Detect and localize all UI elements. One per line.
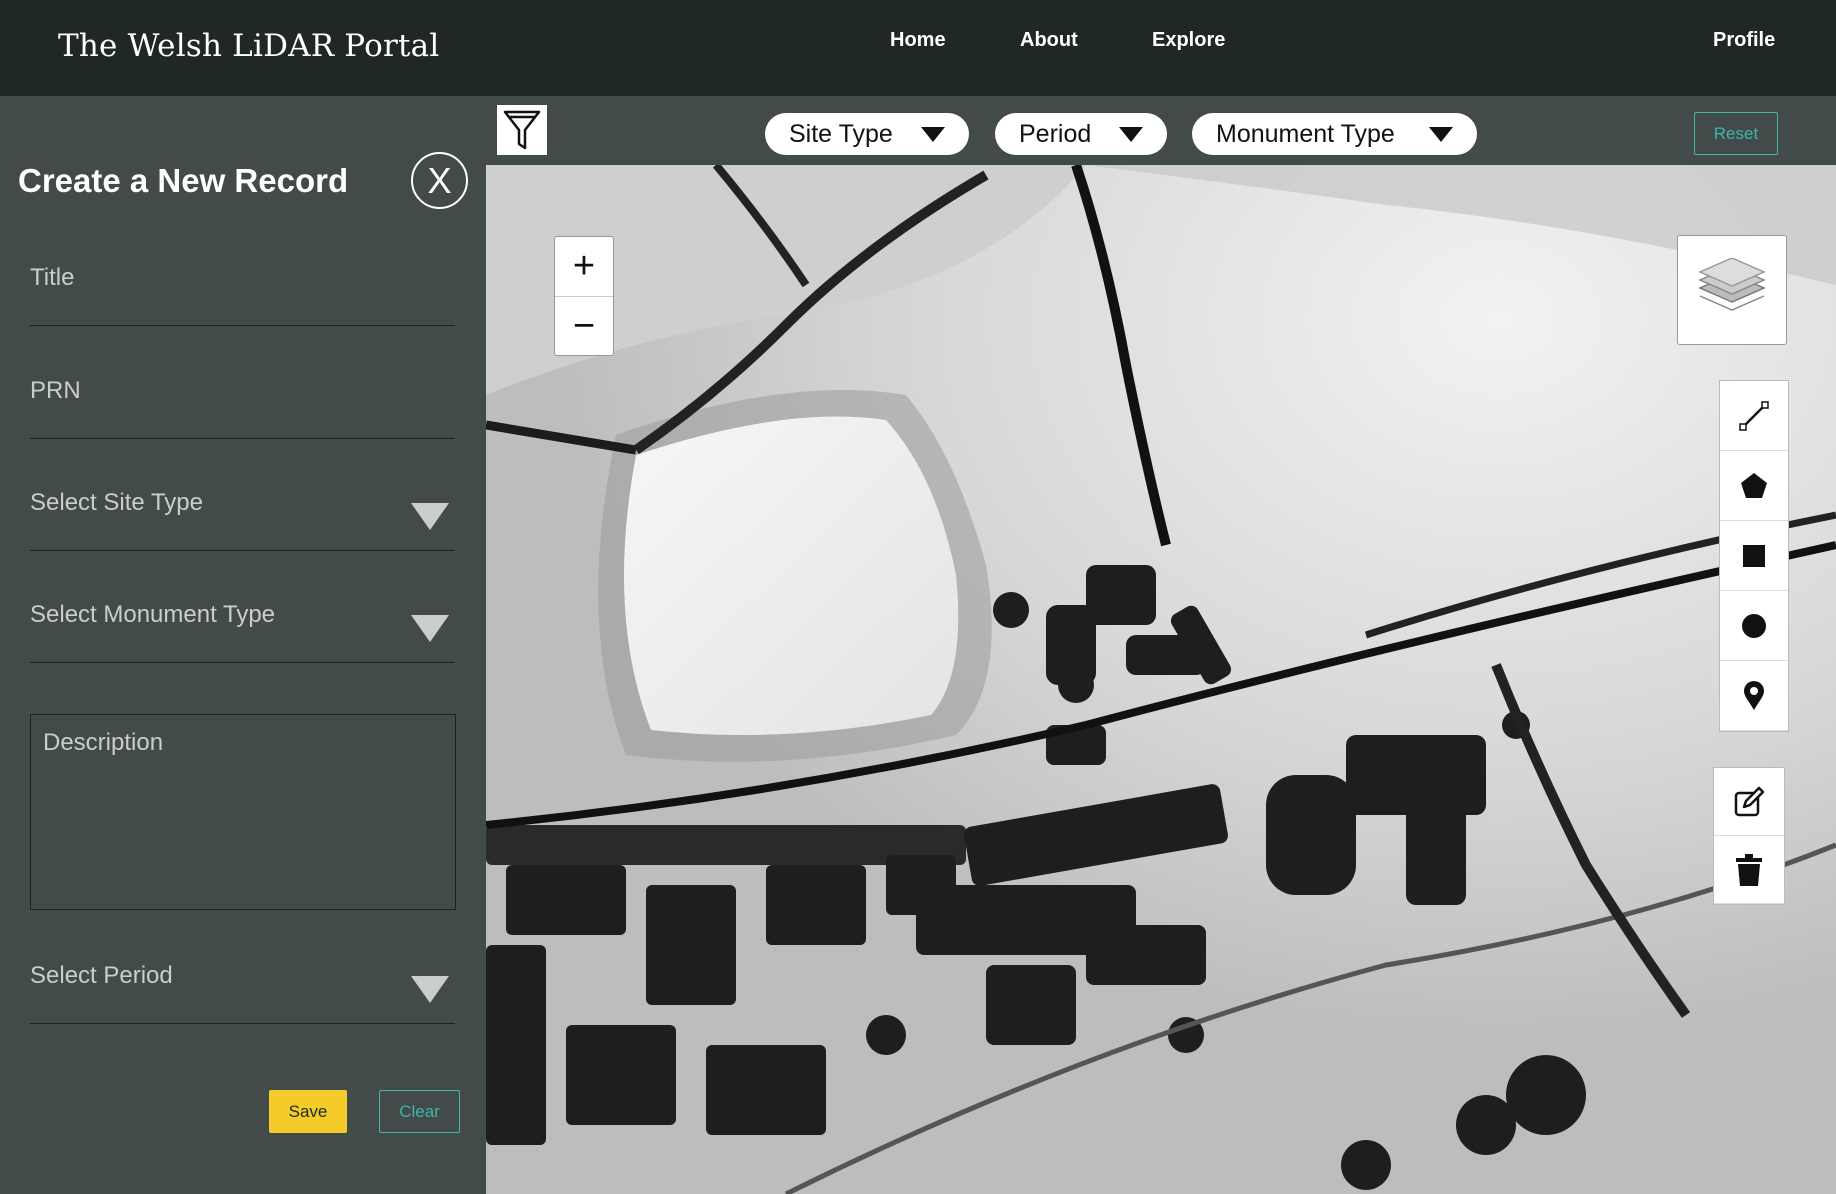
reset-filters-button[interactable]: Reset — [1694, 112, 1778, 155]
draw-polyline-button[interactable] — [1720, 381, 1788, 451]
chevron-down-icon — [411, 976, 449, 1003]
layers-button[interactable] — [1677, 235, 1787, 345]
monument-type-filter-dropdown[interactable]: Monument Type — [1192, 113, 1477, 155]
description-placeholder: Description — [43, 729, 164, 756]
marker-icon — [1744, 680, 1764, 710]
description-textarea[interactable]: Description — [30, 714, 456, 910]
chevron-down-icon — [921, 127, 945, 142]
title-field-placeholder: Title — [30, 264, 75, 291]
create-record-panel: Create a New Record X Title PRN Select S… — [0, 96, 486, 1194]
monument-type-select-placeholder: Select Monument Type — [30, 601, 276, 628]
zoom-control: + − — [554, 236, 614, 356]
period-filter-label: Period — [1019, 119, 1092, 148]
polygon-icon — [1741, 472, 1767, 498]
period-select-placeholder: Select Period — [30, 962, 173, 989]
monument-type-filter-label: Monument Type — [1216, 119, 1395, 148]
site-type-select[interactable]: Select Site Type — [30, 483, 455, 551]
edit-layers-button[interactable] — [1714, 768, 1784, 836]
close-panel-button[interactable]: X — [411, 152, 468, 209]
chevron-down-icon — [1119, 127, 1143, 142]
panel-title: Create a New Record — [18, 162, 349, 199]
period-filter-dropdown[interactable]: Period — [995, 113, 1167, 155]
site-brand[interactable]: The Welsh LiDAR Portal — [58, 28, 439, 64]
nav-home-link[interactable]: Home — [890, 29, 946, 52]
top-navbar: The Welsh LiDAR Portal Home About Explor… — [0, 0, 1836, 96]
filter-icon — [503, 110, 541, 150]
zoom-in-button[interactable]: + — [555, 237, 613, 296]
chevron-down-icon — [1429, 127, 1453, 142]
filter-bar: Site Type Period Monument Type Reset — [486, 96, 1836, 165]
nav-explore-link[interactable]: Explore — [1152, 29, 1225, 52]
edit-icon — [1734, 786, 1765, 816]
draw-toolbar — [1719, 380, 1789, 732]
edit-toolbar — [1713, 767, 1785, 905]
lidar-map[interactable] — [486, 165, 1836, 1194]
draw-polygon-button[interactable] — [1720, 451, 1788, 521]
trash-icon — [1736, 853, 1762, 886]
draw-rectangle-button[interactable] — [1720, 521, 1788, 591]
layers-icon — [1698, 258, 1766, 311]
polyline-icon — [1739, 400, 1769, 431]
chevron-down-icon — [411, 615, 449, 642]
title-field[interactable]: Title — [30, 258, 455, 326]
map-area: Site Type Period Monument Type Reset + − — [486, 96, 1836, 1194]
site-type-filter-label: Site Type — [789, 119, 893, 148]
monument-type-select[interactable]: Select Monument Type — [30, 595, 455, 663]
period-select[interactable]: Select Period — [30, 956, 455, 1024]
draw-marker-button[interactable] — [1720, 661, 1788, 731]
filter-toggle-button[interactable] — [497, 105, 547, 155]
site-type-filter-dropdown[interactable]: Site Type — [765, 113, 969, 155]
circle-icon — [1742, 613, 1766, 638]
nav-about-link[interactable]: About — [1020, 29, 1078, 52]
chevron-down-icon — [411, 503, 449, 530]
site-type-select-placeholder: Select Site Type — [30, 489, 203, 516]
prn-field[interactable]: PRN — [30, 371, 455, 439]
draw-circle-button[interactable] — [1720, 591, 1788, 661]
delete-layers-button[interactable] — [1714, 836, 1784, 904]
save-button[interactable]: Save — [269, 1090, 347, 1133]
zoom-out-button[interactable]: − — [555, 296, 613, 355]
prn-field-placeholder: PRN — [30, 377, 81, 404]
rectangle-icon — [1743, 544, 1765, 567]
nav-profile-link[interactable]: Profile — [1713, 29, 1775, 52]
clear-button[interactable]: Clear — [379, 1090, 460, 1133]
